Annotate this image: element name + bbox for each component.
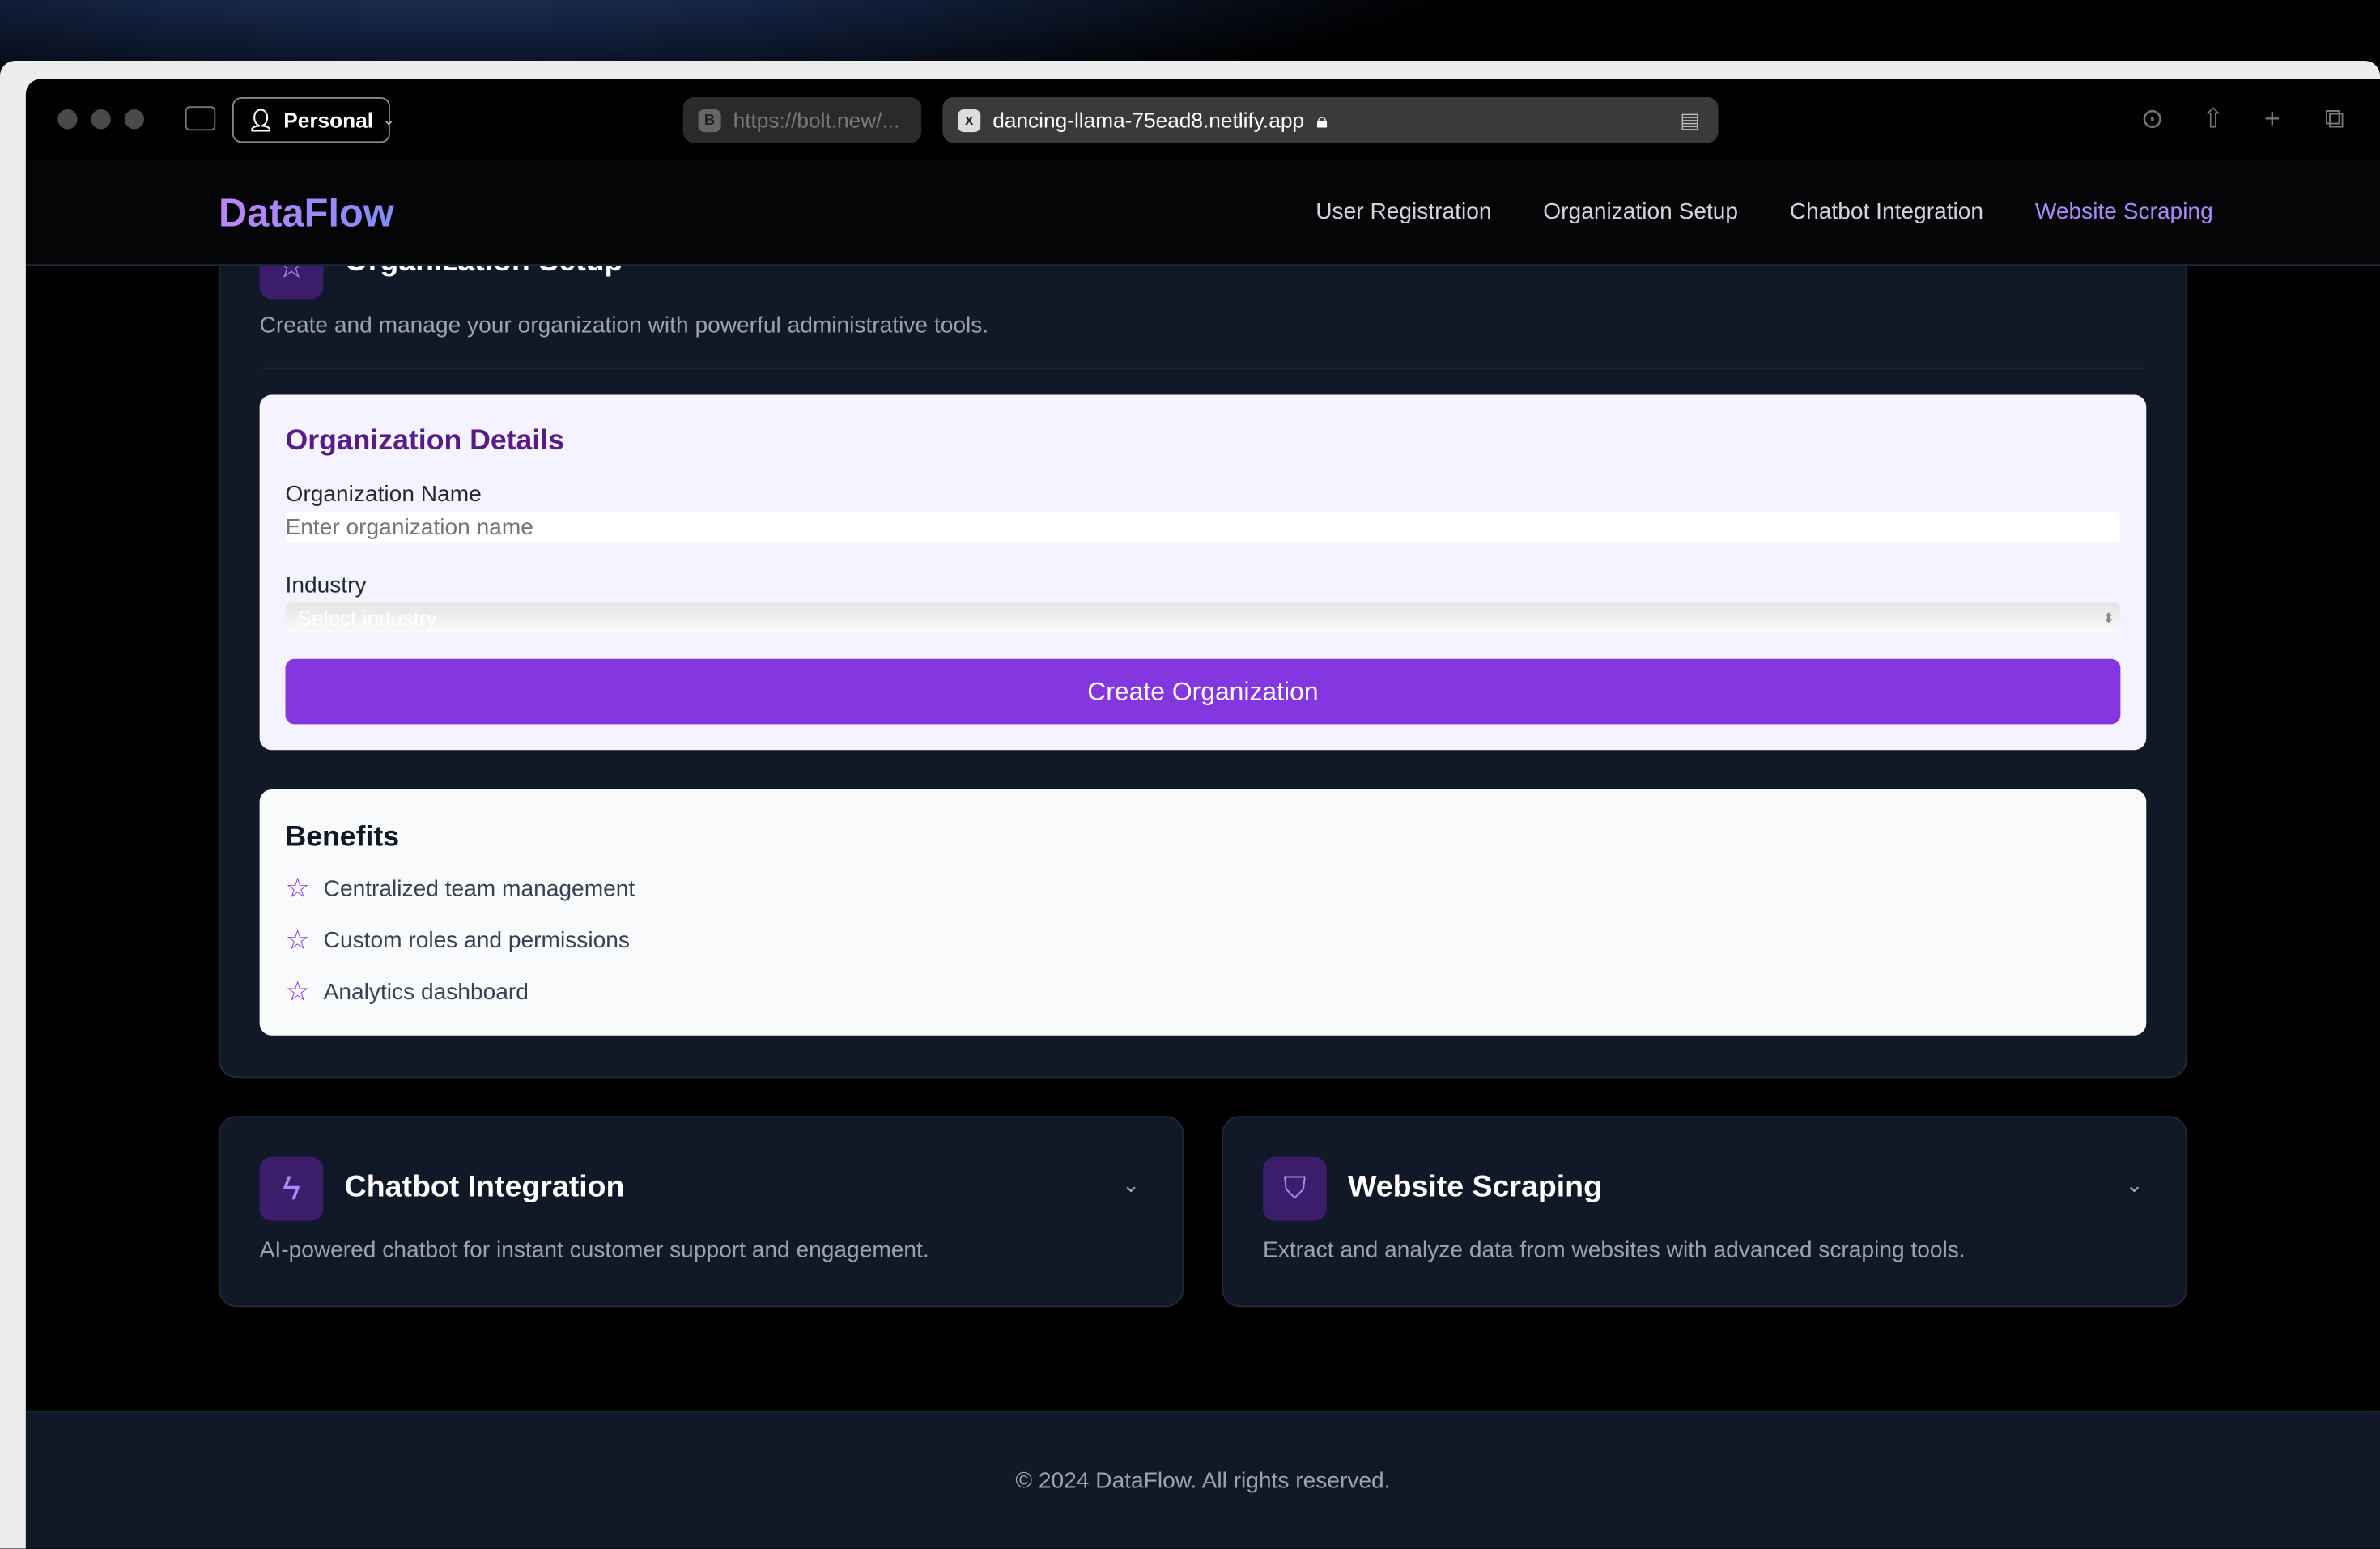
lightning-icon: ϟ [259,1156,324,1221]
tab-label: https://bolt.new/... [733,108,900,133]
main-nav: User Registration Organization Setup Cha… [1315,199,2213,225]
minimize-window-button[interactable] [91,109,111,130]
nav-chatbot-integration[interactable]: Chatbot Integration [1790,199,1983,225]
card-description: Extract and analyze data from websites w… [1263,1237,1966,1263]
profile-label: Personal [283,108,374,133]
star-icon: ☆ [285,976,310,1007]
benefit-item: ☆ Analytics dashboard [286,978,529,1006]
chevron-down-icon: ⌄ [382,111,396,129]
card-title: Chatbot Integration [344,1170,625,1204]
card-description: AI-powered chatbot for instant customer … [259,1237,929,1263]
browser-tab-bolt[interactable]: B https://bolt.new/... [682,97,922,143]
benefit-item: ☆ Centralized team management [286,875,635,902]
form-heading: Organization Details [285,425,564,457]
chevron-down-icon[interactable]: ⌄ [2125,1172,2143,1198]
browser-tab-active[interactable]: x dancing-llama-75ead8.netlify.app 🔒︎ ▤ [942,97,1719,143]
organization-details-form: Organization Details Organization Name I… [259,394,2147,751]
website-scraping-card[interactable]: ⛉ Website Scraping ⌄ Extract and analyze… [1222,1116,2187,1308]
sidebar-toggle-icon[interactable] [185,106,216,131]
create-organization-button[interactable]: Create Organization [285,658,2121,725]
site-header: DataFlow User Registration Organization … [25,159,2380,266]
chevron-down-icon[interactable]: ⌄ [1122,1172,1140,1198]
footer: © 2024 DataFlow. All rights reserved. [25,1410,2380,1549]
industry-placeholder: Select industry [297,606,437,631]
nav-website-scraping[interactable]: Website Scraping [2035,199,2213,225]
benefit-text: Custom roles and permissions [323,926,630,953]
organization-name-input[interactable] [285,511,2121,544]
profile-button[interactable]: 👤︎ Personal ⌄ [232,97,395,143]
star-icon: ☆ [285,924,310,955]
benefit-item: ☆ Custom roles and permissions [286,926,630,954]
benefit-text: Centralized team management [323,875,635,901]
organization-name-label: Organization Name [285,481,482,508]
shield-icon: ⛉ [1263,1156,1327,1221]
url-text: dancing-llama-75ead8.netlify.app [992,108,1305,133]
benefits-panel: Benefits ☆ Centralized team management ☆ C… [259,789,2147,1036]
industry-select[interactable]: Select industry ⬍ [285,602,2121,633]
nav-organization-setup[interactable]: Organization Setup [1543,199,1738,225]
star-icon: ☆ [285,873,310,904]
industry-label: Industry [285,572,367,598]
close-tab-icon[interactable]: x [958,109,981,132]
tab-overview-icon[interactable]: ⧉ [2318,104,2351,135]
new-tab-icon[interactable]: + [2255,104,2289,135]
chatbot-integration-card[interactable]: ϟ Chatbot Integration ⌄ AI-powered chatb… [219,1116,1184,1308]
person-icon: 👤︎ [247,107,274,132]
close-window-button[interactable] [57,109,78,130]
select-arrows-icon: ⬍ [2102,610,2114,626]
benefit-text: Analytics dashboard [323,978,529,1005]
bolt-favicon-icon: B [698,109,721,132]
lock-icon: 🔒︎ [1316,107,1328,132]
copyright-text: © 2024 DataFlow. All rights reserved. [1015,1467,1391,1494]
reader-icon[interactable]: ▤ [1680,107,1700,133]
logo[interactable]: DataFlow [219,189,394,236]
section-description: Create and manage your organization with… [259,313,989,339]
benefits-heading: Benefits [285,821,400,853]
card-title: Website Scraping [1348,1170,1602,1204]
browser-window: 👤︎ Personal ⌄ B https://bolt.new/... x d… [25,79,2380,1549]
download-icon[interactable]: ⊙ [2136,104,2169,135]
share-icon[interactable]: ⇧ [2196,104,2229,135]
divider [259,367,2147,369]
maximize-window-button[interactable] [124,109,145,130]
nav-user-registration[interactable]: User Registration [1315,199,1491,225]
